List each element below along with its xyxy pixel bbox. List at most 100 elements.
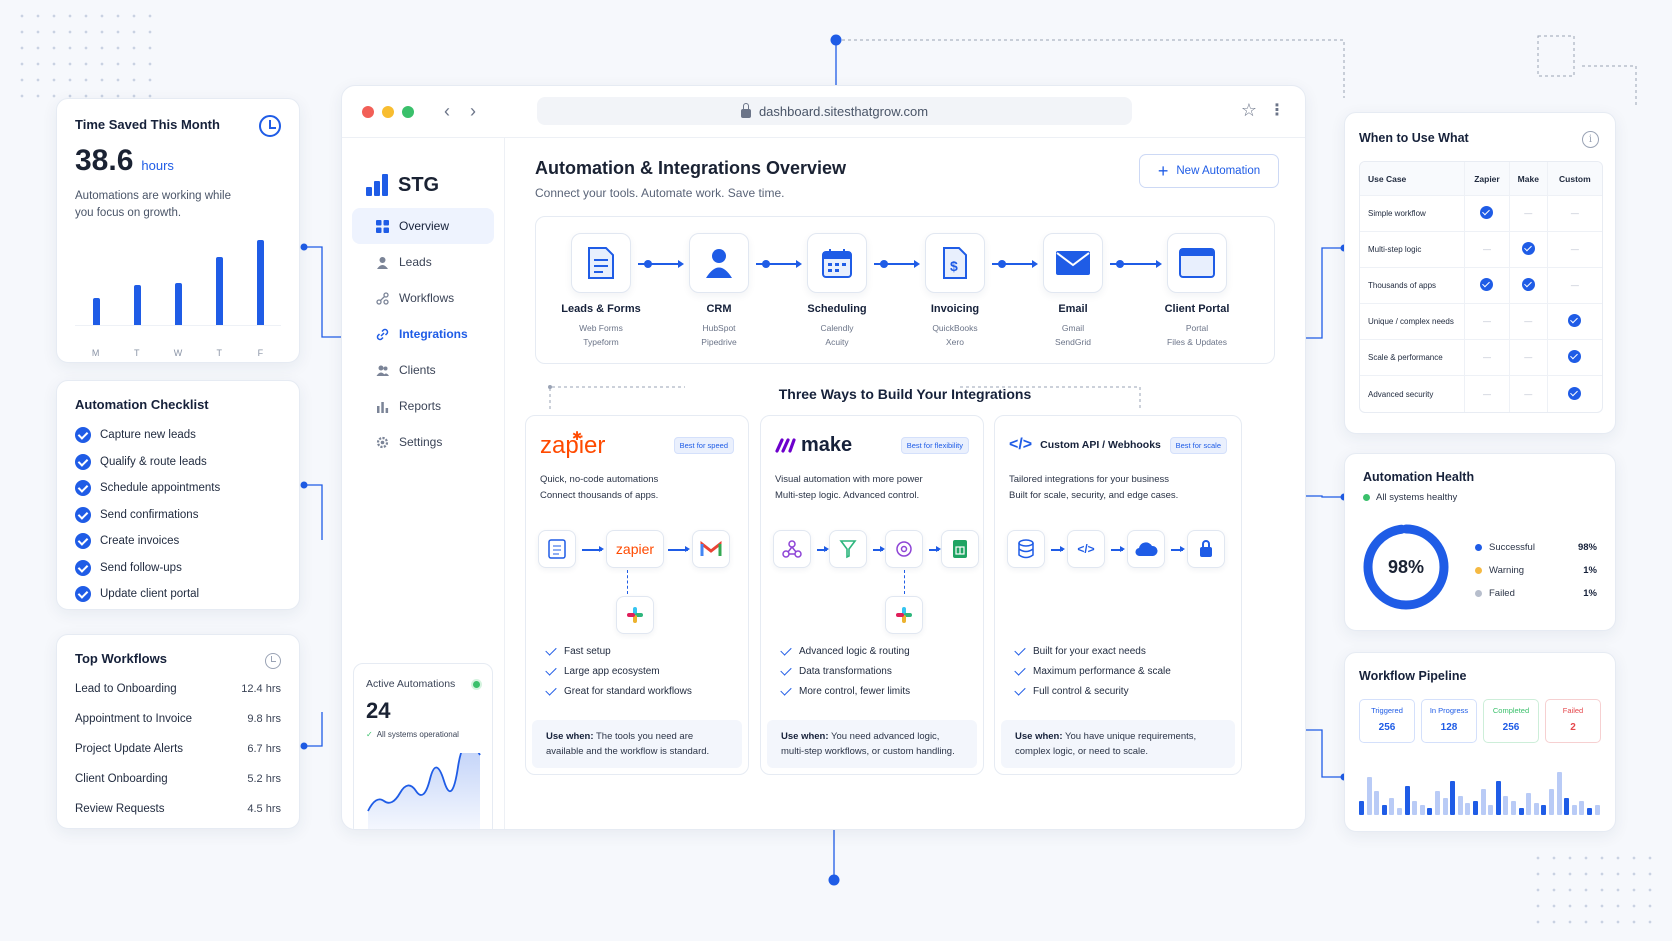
top-workflows-list: Lead to Onboarding 12.4 hrs Appointment to… <box>75 674 281 824</box>
pipeline-stage-completed[interactable]: Completed 256 <box>1483 699 1539 743</box>
minimize-window-dot[interactable] <box>382 105 394 118</box>
health-title: Automation Health <box>1363 470 1475 484</box>
sidebar-item-label: Integrations <box>399 327 468 341</box>
make-card[interactable]: make Best for flexibility Visual automat… <box>760 415 984 775</box>
sidebar-item-integrations[interactable]: Integrations <box>352 316 494 352</box>
zapier-desc-2: Connect thousands of apps. <box>540 490 659 501</box>
make-chain <box>771 524 979 644</box>
forward-arrow-icon[interactable]: › <box>470 101 476 122</box>
weekly-bar <box>92 297 100 325</box>
workflow-row[interactable]: Project Update Alerts 6.7 hrs <box>75 734 281 764</box>
use-case-table: Use Case Zapier Make Custom Simple workflow… <box>1359 161 1603 413</box>
webhook-icon <box>773 530 811 568</box>
check-circle-icon <box>75 586 91 603</box>
new-automation-button[interactable]: + New Automation <box>1139 154 1279 188</box>
close-window-dot[interactable] <box>362 105 374 118</box>
weekly-bar-label: T <box>216 348 222 358</box>
flow-node-tools: Portal Files & Updates <box>1142 321 1252 349</box>
weekly-bar-label: T <box>134 348 140 358</box>
pipeline-activity-bar <box>1526 793 1532 815</box>
workflow-row[interactable]: Client Onboarding 5.2 hrs <box>75 764 281 794</box>
use-case-cell: Advanced security <box>1368 389 1434 399</box>
sidebar-item-overview[interactable]: Overview <box>352 208 494 244</box>
browser-window: ‹ › dashboard.sitesthatgrow.com ☆ ⋮ STG … <box>341 85 1306 830</box>
workflow-row[interactable]: Appointment to Invoice 9.8 hrs <box>75 704 281 734</box>
table-row: Advanced security — — <box>1360 376 1602 412</box>
workflow-hours: 5.2 hrs <box>247 773 281 785</box>
active-automations-status: All systems operational <box>376 730 459 739</box>
checklist-item[interactable]: Create invoices <box>75 528 281 555</box>
zapier-card[interactable]: zapier ✱ Best for speed Quick, no-code a… <box>525 415 749 775</box>
checklist-title: Automation Checklist <box>75 397 209 412</box>
sheets-icon <box>941 530 979 568</box>
flow-node-tool: Typeform <box>583 337 619 347</box>
sidebar-item-leads[interactable]: Leads <box>352 244 494 280</box>
tool-fit-cell: — <box>1464 340 1509 376</box>
workflow-name: Lead to Onboarding <box>75 683 177 695</box>
sidebar-item-settings[interactable]: Settings <box>352 424 494 460</box>
info-icon[interactable]: i <box>1582 131 1599 148</box>
check-circle-icon <box>1568 350 1582 363</box>
legend-successful: Successful 98% <box>1475 536 1597 559</box>
flow-node-client-portal[interactable]: Client Portal Portal Files & Updates <box>1142 233 1252 349</box>
check-icon <box>545 643 557 656</box>
checklist-item[interactable]: Send confirmations <box>75 502 281 529</box>
table-header-cell: Use Case <box>1360 162 1464 196</box>
checklist-item[interactable]: Qualify & route leads <box>75 449 281 476</box>
checklist-item-label: Update client portal <box>100 588 200 601</box>
checklist-item[interactable]: Schedule appointments <box>75 475 281 502</box>
back-arrow-icon[interactable]: ‹ <box>444 101 450 122</box>
pipeline-bar-chart <box>1359 765 1601 815</box>
checklist-item[interactable]: Update client portal <box>75 581 281 608</box>
custom-api-use-when: Use when: You have unique requirements, c… <box>1001 720 1235 768</box>
workflow-icon <box>376 291 389 305</box>
address-bar[interactable]: dashboard.sitesthatgrow.com <box>537 97 1132 125</box>
pipeline-activity-bar <box>1480 788 1486 815</box>
flow-node-invoicing[interactable]: $ Invoicing QuickBooks Xero <box>900 233 1010 349</box>
flow-node-leads-forms[interactable]: Leads & Forms Web Forms Typeform <box>546 233 656 349</box>
pipeline-stage-value: 2 <box>1570 722 1576 733</box>
use-case-cell: Simple workflow <box>1360 196 1464 232</box>
bookmark-star-icon[interactable]: ☆ <box>1241 100 1257 121</box>
pipeline-stage-triggered[interactable]: Triggered 256 <box>1359 699 1415 743</box>
sidebar-item-clients[interactable]: Clients <box>352 352 494 388</box>
zapier-use-when: Use when: The tools you need are availabl… <box>532 720 742 768</box>
clock-icon <box>265 653 281 669</box>
flow-node-scheduling[interactable]: Scheduling Calendly Acuity <box>782 233 892 349</box>
page-subtitle: Connect your tools. Automate work. Save … <box>535 186 785 200</box>
legend-value: 1% <box>1583 565 1597 576</box>
workflow-row[interactable]: Review Requests 4.5 hrs <box>75 794 281 824</box>
custom-desc-2: Built for scale, security, and edge case… <box>1009 490 1179 501</box>
weekly-bar <box>257 240 265 325</box>
custom-api-chain: </> <box>1005 524 1231 644</box>
flow-node-crm[interactable]: CRM HubSpot Pipedrive <box>664 233 774 349</box>
legend-value: 1% <box>1583 588 1597 599</box>
pipeline-stage-in-progress[interactable]: In Progress 128 <box>1421 699 1477 743</box>
pipeline-stage-label: Failed <box>1562 706 1584 715</box>
sidebar-item-reports[interactable]: Reports <box>352 388 494 424</box>
workflow-row[interactable]: Lead to Onboarding 12.4 hrs <box>75 674 281 704</box>
brand[interactable]: STG <box>342 138 504 208</box>
pipeline-stage-failed[interactable]: Failed 2 <box>1545 699 1601 743</box>
zapier-badge: Best for speed <box>673 436 734 454</box>
top-workflows-title: Top Workflows <box>75 651 167 666</box>
sidebar-item-workflows[interactable]: Workflows <box>352 280 494 316</box>
page-title: Automation & Integrations Overview <box>535 158 847 178</box>
flow-node-tool: Portal <box>1185 323 1209 333</box>
time-saved-description: Automations are working while you focus … <box>75 190 231 219</box>
more-menu-icon[interactable]: ⋮ <box>1269 100 1285 120</box>
pipeline-stages: Triggered 256 In Progress 128 Completed 256 Fa… <box>1359 699 1601 743</box>
flow-node-tool: Xero <box>946 337 964 347</box>
person-icon <box>689 233 749 293</box>
check-circle-icon <box>1480 206 1494 219</box>
checklist-item[interactable]: Send follow-ups <box>75 555 281 582</box>
pipeline-activity-bar <box>1556 771 1562 815</box>
checklist-item[interactable]: Capture new leads <box>75 422 281 449</box>
code-icon: </> <box>1009 436 1033 453</box>
chain-arrow <box>873 546 885 552</box>
lock-icon <box>1187 530 1225 568</box>
custom-api-card[interactable]: </> Custom API / Webhooks Best for scale… <box>994 415 1242 775</box>
flow-node-email[interactable]: Email Gmail SendGrid <box>1018 233 1128 349</box>
maximize-window-dot[interactable] <box>402 105 414 118</box>
flow-node-title: Scheduling <box>807 303 867 315</box>
